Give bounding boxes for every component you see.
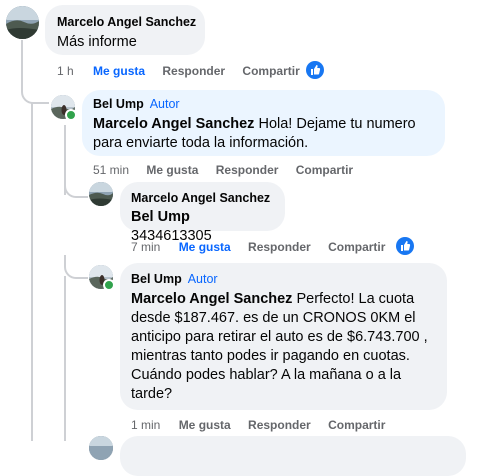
comment-actions: 7 min Me gusta Responder Compartir [131,240,385,254]
comment-time[interactable]: 7 min [131,240,160,254]
reply-button[interactable]: Responder [248,240,311,254]
comment-time[interactable]: 51 min [93,163,129,177]
like-icon[interactable] [306,61,324,79]
comment-author[interactable]: Bel Ump [131,272,182,286]
like-button[interactable]: Me gusta [179,240,231,254]
mention-link[interactable]: Marcelo Angel Sanchez [93,116,254,132]
comment-bubble: Bel Ump Autor Marcelo Angel Sanchez Hola!… [82,90,445,156]
thread-line-main [31,102,33,441]
avatar[interactable] [6,6,39,39]
comment-bubble [120,436,466,476]
comment-text: Marcelo Angel Sanchez Hola! Dejame tu nu… [93,115,434,153]
author-badge: Autor [187,272,218,286]
comment-actions: 1 min Me gusta Responder Compartir [131,418,385,432]
share-button[interactable]: Compartir [328,418,385,432]
author-badge: Autor [149,97,180,111]
mention-link[interactable]: Bel Ump [131,209,190,225]
avatar-image [6,6,39,39]
comment-actions: 51 min Me gusta Responder Compartir [93,163,353,177]
comment-bubble: Marcelo Angel Sanchez Más informe [45,5,205,55]
comment-time[interactable]: 1 h [57,64,74,78]
comment-text: Más informe [57,34,137,50]
comment-text: Marcelo Angel Sanchez Perfecto! La cuota… [131,290,436,404]
avatar[interactable] [89,436,113,460]
thread-line-sub [64,276,66,441]
comment-bubble: Bel Ump Autor Marcelo Angel Sanchez Perfe… [120,263,447,410]
reply-button[interactable]: Responder [248,418,311,432]
thread-connector [21,80,49,104]
comment-header: Bel Ump Autor [131,271,436,287]
online-dot [65,109,77,121]
comment-author[interactable]: Bel Ump [93,97,144,111]
like-button[interactable]: Me gusta [179,418,231,432]
comment-actions: 1 h Me gusta Responder Compartir [57,64,300,78]
share-button[interactable]: Compartir [242,64,299,78]
reply-button[interactable]: Responder [216,163,279,177]
like-button[interactable]: Me gusta [93,64,145,78]
mention-link[interactable]: Marcelo Angel Sanchez [131,291,292,307]
comment-author[interactable]: Marcelo Angel Sanchez [131,190,274,206]
online-dot [103,279,115,291]
share-button[interactable]: Compartir [328,240,385,254]
comment-time[interactable]: 1 min [131,418,160,432]
comment-author[interactable]: Marcelo Angel Sanchez [57,14,196,30]
share-button[interactable]: Compartir [296,163,353,177]
like-button[interactable]: Me gusta [146,163,198,177]
reply-button[interactable]: Responder [162,64,225,78]
comment-header: Bel Ump Autor [93,96,434,112]
avatar-image [89,182,113,206]
thread-connector [64,255,88,279]
avatar-image [89,436,113,460]
comment-bubble: Marcelo Angel Sanchez Bel Ump 3434613305 [120,182,285,244]
avatar[interactable] [89,182,113,206]
like-icon[interactable] [396,237,414,255]
comment-body: Perfecto! La cuota desde $187.467. es de… [131,291,428,402]
thread-connector [64,180,88,198]
